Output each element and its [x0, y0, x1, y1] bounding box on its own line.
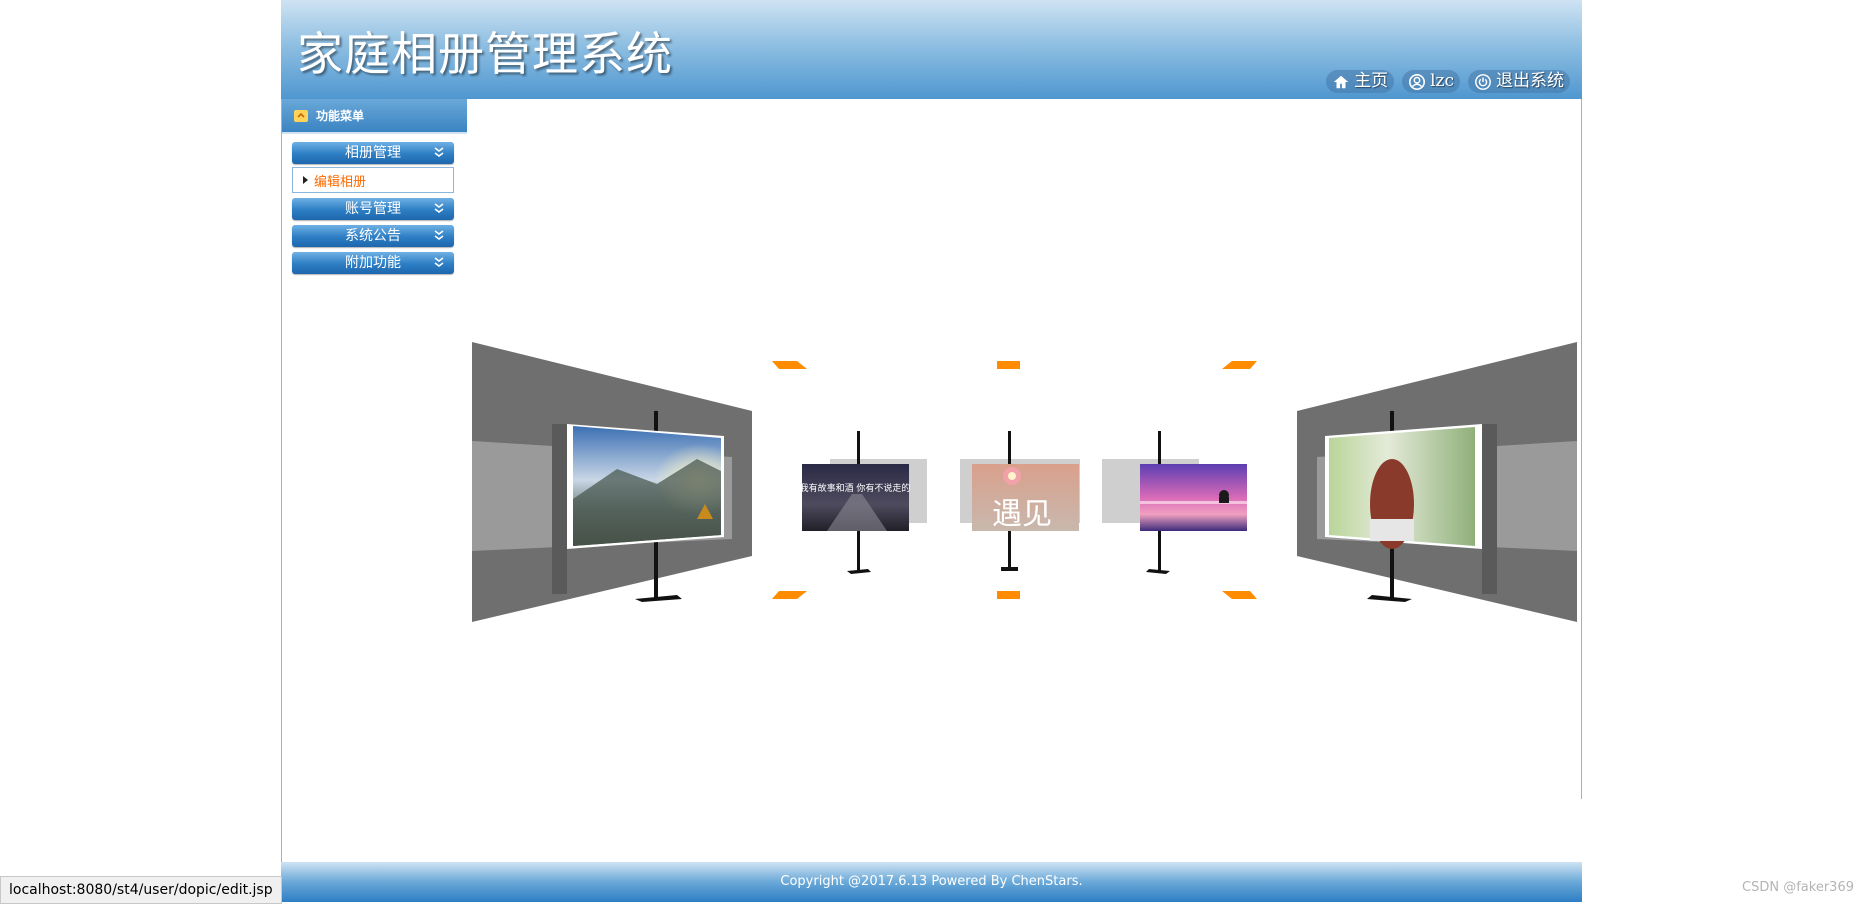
- nav-user-label: lzc: [1430, 71, 1454, 91]
- photo-night-road[interactable]: 我有故事和酒 你有不说走的: [800, 464, 911, 531]
- menu-album-label: 相册管理: [345, 145, 401, 161]
- footer: Copyright @2017.6.13 Powered By ChenStar…: [281, 862, 1582, 902]
- double-chevron-down-icon: [434, 257, 444, 267]
- main-right-border: [1581, 99, 1582, 799]
- photo-hand-flower[interactable]: 遇见: [972, 464, 1079, 532]
- app-title: 家庭相册管理系统: [297, 27, 673, 81]
- corner-marker: [997, 591, 1020, 599]
- footer-copyright: Copyright @2017.6.13 Powered By ChenStar…: [780, 874, 1083, 889]
- photo-gallery-3d[interactable]: 我有故事和酒 你有不说走的 遇见: [467, 99, 1582, 862]
- menu-extra-label: 附加功能: [345, 255, 401, 271]
- photo-girl-back[interactable]: [1325, 424, 1482, 549]
- nav-logout-link[interactable]: 退出系统: [1468, 70, 1570, 93]
- photo-night-road-caption: 我有故事和酒 你有不说走的: [800, 482, 911, 494]
- menu-badge-icon: [294, 109, 308, 122]
- nav-logout-label: 退出系统: [1496, 71, 1564, 91]
- double-chevron-down-icon: [434, 147, 444, 157]
- caret-right-icon: [303, 176, 308, 184]
- sidebar-header: 功能菜单: [282, 99, 467, 132]
- header: 家庭相册管理系统 主页 lzc 退出系统: [281, 0, 1582, 100]
- corner-marker: [772, 361, 807, 369]
- corner-marker: [1222, 361, 1257, 369]
- sidebar-title: 功能菜单: [316, 109, 365, 123]
- power-icon: [1475, 73, 1491, 90]
- left-wall-shadow: [552, 424, 567, 594]
- photo-purple-sunset[interactable]: [1140, 464, 1247, 531]
- double-chevron-down-icon: [434, 230, 444, 240]
- browser-status-url: localhost:8080/st4/user/dopic/edit.jsp: [0, 876, 282, 904]
- menu-extra-functions[interactable]: 附加功能: [292, 252, 454, 274]
- photo-hand-flower-caption: 遇见: [992, 497, 1052, 532]
- user-icon: [1409, 73, 1426, 90]
- watermark: CSDN @faker369: [1742, 880, 1854, 895]
- corner-marker: [997, 361, 1020, 369]
- nav-user-link[interactable]: lzc: [1402, 70, 1460, 93]
- sidebar: 功能菜单 相册管理 编辑相册 账号管理 系统公告 附加功能: [281, 99, 468, 862]
- menu-system-notice[interactable]: 系统公告: [292, 225, 454, 247]
- nav-home-label: 主页: [1354, 71, 1389, 91]
- submenu-edit-album[interactable]: 编辑相册: [292, 167, 454, 193]
- corner-marker: [1222, 591, 1257, 599]
- corner-marker: [772, 591, 807, 599]
- photo-mountain-sunrise[interactable]: [567, 424, 724, 549]
- menu-album-management[interactable]: 相册管理: [292, 142, 454, 164]
- main-content: 我有故事和酒 你有不说走的 遇见: [467, 99, 1582, 862]
- app-frame: 家庭相册管理系统 主页 lzc 退出系统 功能菜单 相册管理 编辑相册 账号管理…: [281, 0, 1582, 902]
- right-wall-shadow: [1482, 424, 1497, 594]
- nav-home-link[interactable]: 主页: [1326, 70, 1395, 93]
- menu-account-management[interactable]: 账号管理: [292, 198, 454, 220]
- double-chevron-down-icon: [434, 203, 444, 213]
- top-nav: 主页 lzc 退出系统: [1326, 70, 1570, 93]
- submenu-edit-album-label: 编辑相册: [314, 174, 367, 190]
- menu-account-label: 账号管理: [345, 201, 401, 217]
- sidebar-menu: 相册管理 编辑相册 账号管理 系统公告 附加功能: [282, 132, 467, 274]
- home-icon: [1333, 75, 1349, 88]
- menu-notice-label: 系统公告: [345, 228, 401, 244]
